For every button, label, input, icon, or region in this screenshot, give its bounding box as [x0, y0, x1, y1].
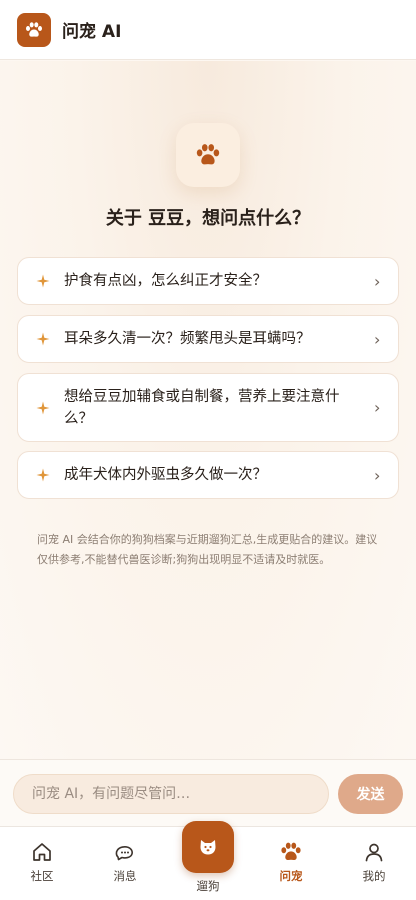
tab-walk-label: 遛狗 — [196, 879, 220, 893]
dog-face-icon — [200, 840, 216, 855]
suggestion-card[interactable]: 想给豆豆加辅食或自制餐，营养上要注意什么？ › — [17, 373, 399, 442]
suggestion-card[interactable]: 成年犬体内外驱虫多久做一次？ › — [17, 451, 399, 499]
chat-input-bar: 发送 — [0, 759, 416, 826]
app-logo — [17, 12, 51, 47]
tab-community[interactable]: 社区 — [0, 827, 84, 900]
chat-icon — [115, 846, 133, 861]
suggestion-card[interactable]: 耳朵多久清一次？频繁甩头是耳螨吗？ › — [17, 315, 399, 363]
chevron-right-icon: › — [374, 465, 381, 485]
app-title: 问宠 AI — [62, 22, 122, 42]
hero-title: 关于 豆豆，想问点什么？ — [105, 208, 311, 229]
hero-paw-badge — [176, 123, 240, 187]
sparkle-icon — [36, 401, 50, 414]
chevron-right-icon: › — [374, 271, 381, 291]
paw-icon — [281, 842, 301, 861]
send-button[interactable]: 发送 — [338, 774, 403, 814]
suggestion-text: 护食有点凶，怎么纠正才安全？ — [64, 273, 267, 289]
app-header: 问宠 AI — [0, 0, 416, 60]
suggestion-text: 想给豆豆加辅食或自制餐，营养上要注意什么？ — [64, 388, 340, 427]
sparkle-icon — [36, 274, 50, 288]
tab-label: 问宠 — [279, 869, 303, 883]
paw-icon — [26, 21, 42, 37]
chat-area: 关于 豆豆，想问点什么？ 护食有点凶，怎么纠正才安全？ › 耳朵多久清一次？频繁… — [0, 61, 416, 759]
tab-messages[interactable]: 消息 — [83, 827, 167, 900]
walk-dog-button[interactable] — [182, 821, 234, 873]
sparkle-icon — [36, 468, 50, 482]
tab-label: 消息 — [113, 869, 137, 883]
paw-icon — [196, 144, 220, 165]
sparkle-icon — [36, 332, 50, 346]
tab-ask-pet[interactable]: 问宠 — [249, 827, 333, 900]
suggestion-text: 耳朵多久清一次？频繁甩头是耳螨吗？ — [64, 331, 311, 347]
chevron-right-icon: › — [374, 398, 381, 417]
tab-label: 我的 — [362, 869, 386, 883]
chevron-right-icon: › — [374, 329, 381, 349]
suggestion-text: 成年犬体内外驱虫多久做一次？ — [64, 467, 267, 483]
suggestion-card[interactable]: 护食有点凶，怎么纠正才安全？ › — [17, 257, 399, 305]
bottom-tab-bar: 社区 消息 遛狗 问宠 我的 — [0, 821, 416, 900]
chat-input[interactable] — [13, 774, 329, 814]
user-icon — [365, 843, 383, 862]
disclaimer-text: 问宠 AI 会结合你的狗狗档案与近期遛狗汇总,生成更贴合的建议。建议仅供参考,不… — [37, 533, 378, 566]
home-icon — [33, 843, 51, 861]
tab-profile[interactable]: 我的 — [332, 827, 416, 900]
tab-label: 社区 — [30, 869, 54, 883]
